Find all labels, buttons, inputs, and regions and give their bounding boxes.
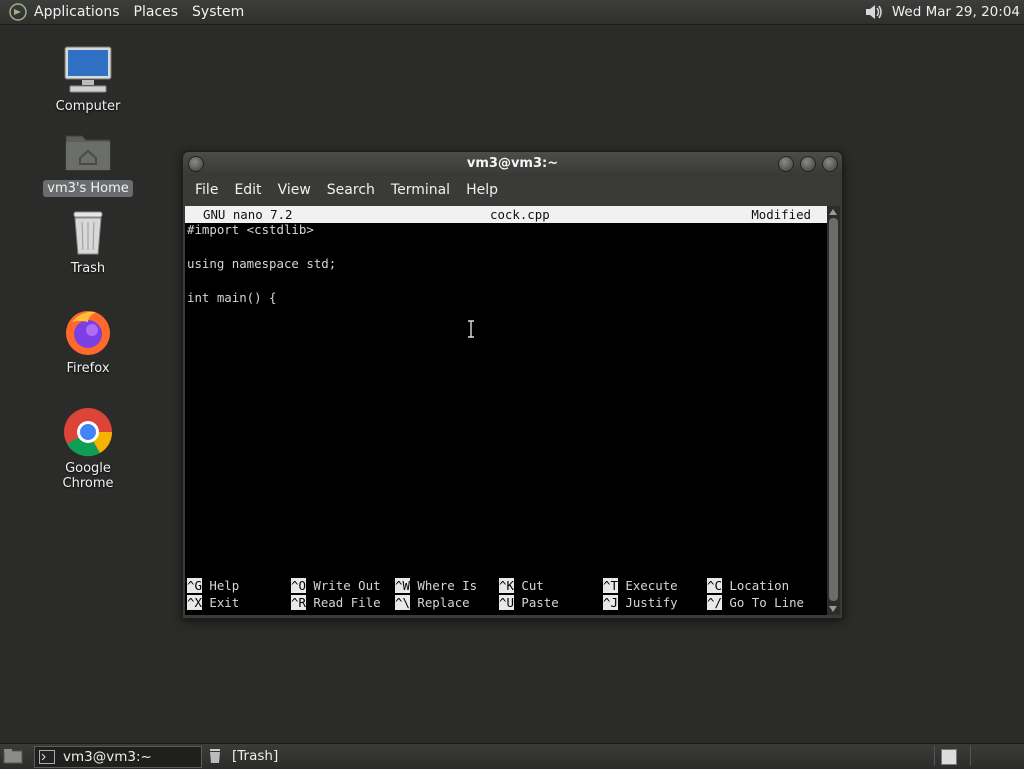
- nano-status: Modified: [751, 207, 811, 222]
- terminal-area[interactable]: GNU nano 7.2 cock.cpp Modified #import <…: [185, 206, 827, 615]
- menu-file[interactable]: File: [187, 182, 226, 198]
- shortcut-replace: ^\ Replace: [395, 595, 470, 610]
- menu-system[interactable]: System: [192, 4, 244, 20]
- task-label: [Trash]: [232, 748, 279, 764]
- firefox-icon: [66, 311, 110, 355]
- desktop-icon-label: Trash: [70, 261, 106, 276]
- scroll-down-icon[interactable]: [829, 606, 837, 612]
- nano-filename: cock.cpp: [490, 207, 550, 222]
- terminal-icon: [39, 750, 55, 764]
- task-label: vm3@vm3:~: [63, 749, 152, 765]
- show-desktop-icon[interactable]: [3, 748, 23, 764]
- trash-icon: [73, 211, 103, 255]
- menu-view[interactable]: View: [270, 182, 319, 198]
- shortcut-justify: ^J Justify: [603, 595, 678, 610]
- terminal-scrollbar[interactable]: [827, 206, 840, 615]
- menu-edit[interactable]: Edit: [226, 182, 269, 198]
- workspace-2[interactable]: [970, 746, 1007, 766]
- gnome-foot-icon[interactable]: [8, 2, 28, 22]
- menu-search[interactable]: Search: [319, 182, 383, 198]
- desktop-icon-label: Google Chrome: [62, 461, 114, 491]
- workspace-1[interactable]: [934, 746, 971, 766]
- volume-icon[interactable]: [862, 1, 884, 23]
- text-cursor-icon: [468, 320, 474, 338]
- maximize-icon[interactable]: [800, 156, 816, 172]
- panel-tray: Wed Mar 29, 20:04: [862, 0, 1020, 24]
- chrome-icon: [64, 408, 113, 457]
- code-line[interactable]: #import <cstdlib>: [187, 221, 314, 238]
- scroll-up-icon[interactable]: [829, 209, 837, 215]
- window-titlebar[interactable]: vm3@vm3:~: [183, 152, 842, 176]
- minimize-icon[interactable]: [778, 156, 794, 172]
- scrollbar-thumb[interactable]: [829, 218, 838, 601]
- shortcut-execute: ^T Execute: [603, 578, 678, 593]
- code-line[interactable]: using namespace std;: [187, 255, 336, 272]
- shortcut-cut: ^K Cut: [499, 578, 544, 593]
- menu-terminal[interactable]: Terminal: [383, 182, 458, 198]
- shortcut-paste: ^U Paste: [499, 595, 559, 610]
- window-title: vm3@vm3:~: [466, 156, 559, 171]
- clock[interactable]: Wed Mar 29, 20:04: [892, 4, 1020, 20]
- terminal-window[interactable]: vm3@vm3:~ File Edit View Search Terminal…: [182, 151, 843, 619]
- bottom-panel: vm3@vm3:~ [Trash]: [0, 743, 1024, 769]
- home-folder-icon: [65, 135, 111, 171]
- shortcut-where-is: ^W Where Is: [395, 578, 478, 593]
- desktop-icon-trash[interactable]: Trash: [38, 206, 138, 277]
- shortcut-write-out: ^O Write Out: [291, 578, 381, 593]
- desktop-icon-home[interactable]: vm3's Home: [38, 126, 138, 197]
- desktop-icon-computer[interactable]: Computer: [38, 44, 138, 115]
- menu-help[interactable]: Help: [458, 182, 506, 198]
- shortcut-go-to-line: ^/ Go To Line: [707, 595, 804, 610]
- task-terminal[interactable]: vm3@vm3:~: [34, 746, 202, 768]
- task-trash[interactable]: [Trash]: [206, 746, 326, 766]
- shortcut-read-file: ^R Read File: [291, 595, 381, 610]
- shortcut-exit: ^X Exit: [187, 595, 240, 610]
- desktop-icon-chrome[interactable]: Google Chrome: [38, 406, 138, 492]
- shortcut-location: ^C Location: [707, 578, 790, 593]
- code-line[interactable]: int main() {: [187, 289, 277, 306]
- close-icon[interactable]: [822, 156, 838, 172]
- desktop-icon-label: Computer: [55, 99, 121, 114]
- window-menubar: File Edit View Search Terminal Help: [183, 176, 842, 204]
- menu-applications[interactable]: Applications: [34, 4, 120, 20]
- desktop-icon-label: Firefox: [66, 361, 110, 376]
- shortcut-help: ^G Help: [187, 578, 240, 593]
- window-menu-icon[interactable]: [188, 156, 204, 172]
- desktop-icon-label: vm3's Home: [43, 180, 133, 197]
- computer-icon: [64, 46, 112, 93]
- trash-icon: [210, 749, 220, 763]
- menu-places[interactable]: Places: [134, 4, 179, 20]
- top-panel: Applications Places System Wed Mar 29, 2…: [0, 0, 1024, 25]
- desktop-icon-firefox[interactable]: Firefox: [38, 306, 138, 377]
